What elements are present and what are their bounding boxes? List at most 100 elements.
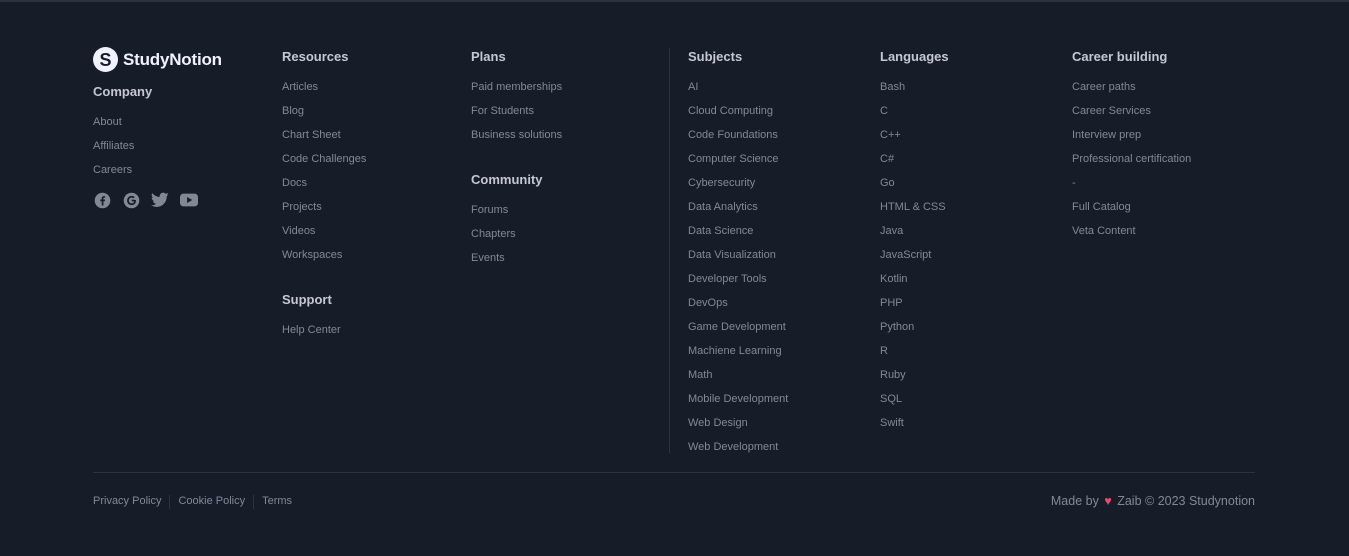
career-list: Career paths Career Services Interview p… bbox=[1072, 77, 1191, 245]
footer-separator-dash: - bbox=[1072, 177, 1076, 189]
footer-link-career-services[interactable]: Career Services bbox=[1072, 104, 1151, 119]
footer-link-language[interactable]: C++ bbox=[880, 128, 901, 143]
footer-link-subject[interactable]: Machiene Learning bbox=[688, 344, 782, 359]
horizontal-divider bbox=[93, 472, 1255, 473]
resources-column: Resources Articles Blog Chart Sheet Code… bbox=[282, 48, 366, 269]
footer-link-workspaces[interactable]: Workspaces bbox=[282, 248, 342, 263]
plans-column: Plans Paid memberships For Students Busi… bbox=[471, 48, 562, 149]
footer-link-language[interactable]: SQL bbox=[880, 392, 902, 407]
footer-link-language[interactable]: Swift bbox=[880, 416, 904, 431]
support-list: Help Center bbox=[282, 320, 341, 344]
footer-link-language[interactable]: C bbox=[880, 104, 888, 119]
footer-link-veta-content[interactable]: Veta Content bbox=[1072, 224, 1136, 239]
footer-link-docs[interactable]: Docs bbox=[282, 176, 307, 191]
footer-link-language[interactable]: C# bbox=[880, 152, 894, 167]
footer-link-language[interactable]: Kotlin bbox=[880, 272, 908, 287]
privacy-policy-link[interactable]: Privacy Policy bbox=[93, 494, 161, 509]
footer-link-paid-memberships[interactable]: Paid memberships bbox=[471, 80, 562, 95]
footer-link-subject[interactable]: Data Analytics bbox=[688, 200, 758, 215]
facebook-icon[interactable] bbox=[93, 191, 111, 209]
footer-link-subject[interactable]: Computer Science bbox=[688, 152, 779, 167]
footer-link-subject[interactable]: Web Development bbox=[688, 440, 778, 455]
footer-link-language[interactable]: R bbox=[880, 344, 888, 359]
legal-separator bbox=[253, 494, 255, 509]
footer-link-subject[interactable]: Cloud Computing bbox=[688, 104, 773, 119]
career-heading: Career building bbox=[1072, 49, 1168, 64]
footer-link-chapters[interactable]: Chapters bbox=[471, 227, 516, 242]
footer-link-subject[interactable]: Code Foundations bbox=[688, 128, 778, 143]
subjects-heading: Subjects bbox=[688, 49, 743, 64]
legal-separator bbox=[169, 494, 171, 509]
community-list: Forums Chapters Events bbox=[471, 200, 543, 272]
footer-link-subject[interactable]: Web Design bbox=[688, 416, 748, 431]
logo-text: StudyNotion bbox=[123, 49, 222, 69]
footer-link-about[interactable]: About bbox=[93, 115, 122, 130]
footer-link-subject[interactable]: AI bbox=[688, 80, 698, 95]
footer-link-subject[interactable]: Data Science bbox=[688, 224, 753, 239]
languages-heading: Languages bbox=[880, 49, 949, 64]
footer-link-subject[interactable]: Cybersecurity bbox=[688, 176, 755, 191]
social-links bbox=[93, 191, 198, 209]
footer-link-projects[interactable]: Projects bbox=[282, 200, 322, 215]
twitter-icon[interactable] bbox=[151, 191, 169, 209]
languages-column: Languages Bash C C++ C# Go HTML & CSS Ja… bbox=[880, 48, 949, 437]
heart-icon: ♥ bbox=[1104, 494, 1112, 508]
studynotion-logo[interactable]: S StudyNotion bbox=[93, 47, 222, 72]
footer-link-professional-certification[interactable]: Professional certification bbox=[1072, 152, 1191, 167]
footer-link-language[interactable]: PHP bbox=[880, 296, 903, 311]
footer-link-help-center[interactable]: Help Center bbox=[282, 323, 341, 338]
footer-link-blog[interactable]: Blog bbox=[282, 104, 304, 119]
footer-link-videos[interactable]: Videos bbox=[282, 224, 315, 239]
footer-link-business-solutions[interactable]: Business solutions bbox=[471, 128, 562, 143]
footer-link-chart-sheet[interactable]: Chart Sheet bbox=[282, 128, 341, 143]
footer-link-events[interactable]: Events bbox=[471, 251, 505, 266]
footer-link-language[interactable]: JavaScript bbox=[880, 248, 931, 263]
resources-list: Articles Blog Chart Sheet Code Challenge… bbox=[282, 77, 366, 269]
made-by-suffix: Zaib © 2023 Studynotion bbox=[1117, 494, 1255, 508]
community-heading: Community bbox=[471, 172, 543, 187]
footer-link-language[interactable]: Go bbox=[880, 176, 895, 191]
top-border bbox=[0, 0, 1349, 2]
terms-link[interactable]: Terms bbox=[262, 494, 292, 509]
resources-heading: Resources bbox=[282, 49, 349, 64]
footer-link-full-catalog[interactable]: Full Catalog bbox=[1072, 200, 1131, 215]
support-heading: Support bbox=[282, 292, 332, 307]
youtube-icon[interactable] bbox=[180, 191, 198, 209]
footer-link-language[interactable]: Python bbox=[880, 320, 914, 335]
footer-link-subject[interactable]: DevOps bbox=[688, 296, 728, 311]
company-column: Company About Affiliates Careers bbox=[93, 83, 198, 209]
footer-link-careers[interactable]: Careers bbox=[93, 163, 132, 178]
footer-link-affiliates[interactable]: Affiliates bbox=[93, 139, 134, 154]
footer-link-language[interactable]: Ruby bbox=[880, 368, 906, 383]
career-column: Career building Career paths Career Serv… bbox=[1072, 48, 1191, 245]
footer-link-subject[interactable]: Data Visualization bbox=[688, 248, 776, 263]
footer-link-subject[interactable]: Developer Tools bbox=[688, 272, 767, 287]
logo-mark-icon: S bbox=[93, 47, 118, 72]
footer-link-subject[interactable]: Math bbox=[688, 368, 712, 383]
footer-link-language[interactable]: Bash bbox=[880, 80, 905, 95]
community-column: Community Forums Chapters Events bbox=[471, 171, 543, 272]
company-list: About Affiliates Careers bbox=[93, 112, 198, 184]
footer-link-career-paths[interactable]: Career paths bbox=[1072, 80, 1136, 95]
plans-list: Paid memberships For Students Business s… bbox=[471, 77, 562, 149]
footer-link-interview-prep[interactable]: Interview prep bbox=[1072, 128, 1141, 143]
footer-link-language[interactable]: HTML & CSS bbox=[880, 200, 946, 215]
legal-links: Privacy Policy Cookie Policy Terms bbox=[93, 494, 292, 509]
made-by-credit: Made by ♥ Zaib © 2023 Studynotion bbox=[1051, 493, 1255, 509]
made-by-prefix: Made by bbox=[1050, 494, 1099, 508]
footer-link-articles[interactable]: Articles bbox=[282, 80, 318, 95]
footer-link-for-students[interactable]: For Students bbox=[471, 104, 534, 119]
footer-link-language[interactable]: Java bbox=[880, 224, 903, 239]
support-column: Support Help Center bbox=[282, 291, 341, 344]
footer-link-code-challenges[interactable]: Code Challenges bbox=[282, 152, 366, 167]
vertical-divider bbox=[669, 48, 670, 453]
cookie-policy-link[interactable]: Cookie Policy bbox=[178, 494, 245, 509]
footer-link-forums[interactable]: Forums bbox=[471, 203, 508, 218]
footer-link-subject[interactable]: Game Development bbox=[688, 320, 786, 335]
plans-heading: Plans bbox=[471, 49, 506, 64]
languages-list: Bash C C++ C# Go HTML & CSS Java JavaScr… bbox=[880, 77, 949, 437]
footer-link-subject[interactable]: Mobile Development bbox=[688, 392, 788, 407]
company-heading: Company bbox=[93, 84, 153, 99]
google-icon[interactable] bbox=[122, 191, 140, 209]
subjects-column: Subjects AI Cloud Computing Code Foundat… bbox=[688, 48, 788, 461]
